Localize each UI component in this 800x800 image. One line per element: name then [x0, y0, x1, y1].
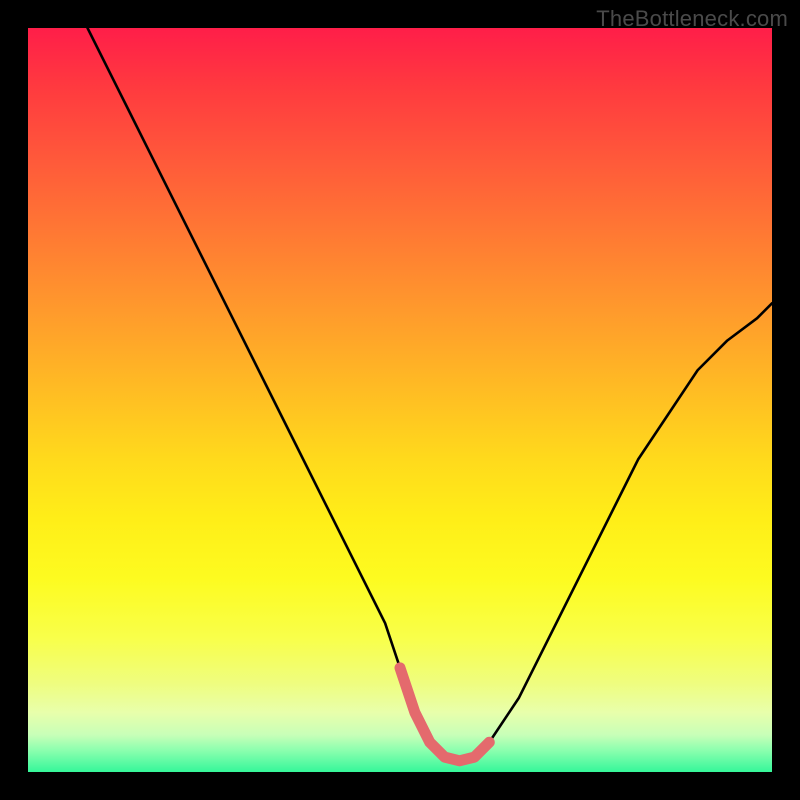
highlight-segment — [400, 668, 489, 761]
chart-frame: TheBottleneck.com — [0, 0, 800, 800]
primary-curve — [88, 28, 772, 761]
plot-area — [28, 28, 772, 772]
watermark-text: TheBottleneck.com — [596, 6, 788, 32]
chart-svg — [28, 28, 772, 772]
